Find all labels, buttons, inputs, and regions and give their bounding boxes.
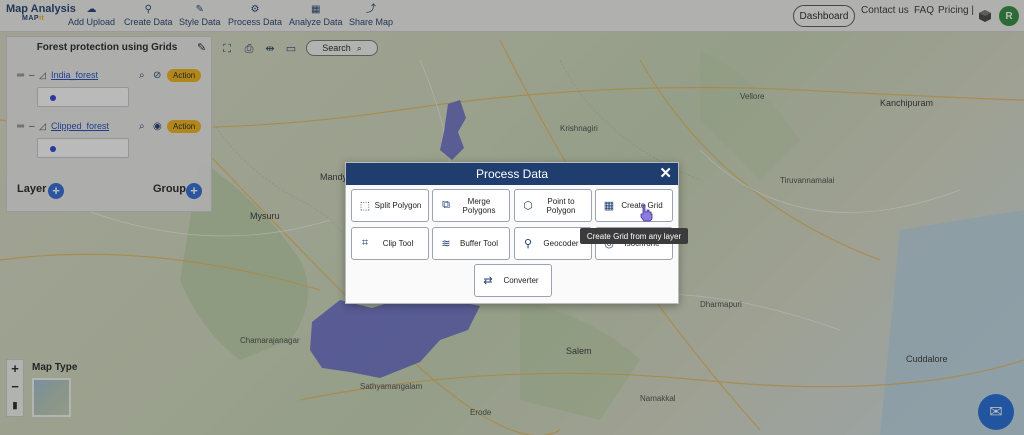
tool-label: Clip Tool	[382, 239, 414, 248]
clip-tool-button[interactable]: ⌗ Clip Tool	[351, 227, 429, 260]
grid-icon: ▦	[603, 200, 615, 212]
crop-icon: ⌗	[361, 237, 369, 249]
hand-cursor-icon	[640, 204, 653, 222]
converter-icon: ⇄	[483, 275, 493, 287]
location-pin-icon: ⚲	[523, 238, 533, 250]
point-to-polygon-icon: ⬡	[523, 200, 533, 212]
create-grid-button[interactable]: ▦ Create Grid	[595, 189, 673, 222]
split-polygon-icon: ⬚	[359, 200, 371, 212]
converter-button[interactable]: ⇄ Converter	[474, 264, 552, 297]
merge-polygons-button[interactable]: ⧉ Merge Polygons	[432, 189, 510, 222]
modal-title: Process Data	[475, 167, 549, 181]
split-polygon-button[interactable]: ⬚ Split Polygon	[351, 189, 429, 222]
tool-label: Converter	[503, 276, 539, 285]
point-to-polygon-button[interactable]: ⬡ Point to Polygon	[514, 189, 592, 222]
buffer-tool-button[interactable]: ≋ Buffer Tool	[432, 227, 510, 260]
tool-label: Buffer Tool	[460, 239, 498, 248]
layers-icon: ≋	[441, 238, 451, 250]
tool-label: Split Polygon	[374, 201, 422, 210]
tool-label: Point to Polygon	[546, 196, 576, 215]
merge-polygons-icon: ⧉	[442, 199, 450, 211]
modal-header: Process Data ✕	[346, 163, 678, 185]
tool-label: Merge Polygons	[462, 196, 496, 215]
close-icon[interactable]: ✕	[659, 165, 672, 183]
create-grid-tooltip: Create Grid from any layer	[580, 228, 688, 244]
